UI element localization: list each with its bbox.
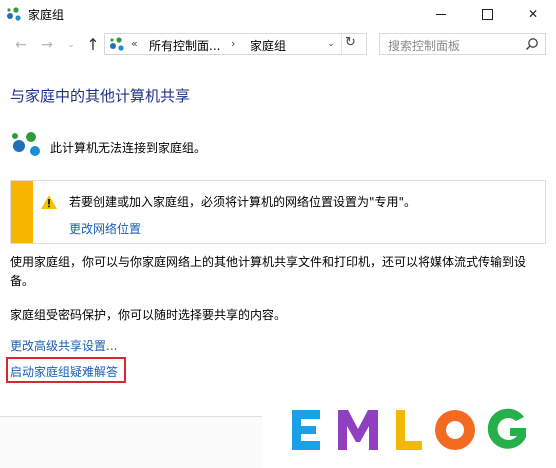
title-bar: 家庭组 ✕ xyxy=(0,0,556,28)
address-bar[interactable]: « 所有控制面... › 家庭组 ⌄ ↻ xyxy=(104,33,367,55)
search-box[interactable]: 搜索控制面板 xyxy=(379,33,546,55)
page-title: 与家庭中的其他计算机共享 xyxy=(10,87,191,105)
emlog-logo-graphic xyxy=(292,408,526,450)
minimize-button[interactable] xyxy=(418,0,464,28)
back-button[interactable]: ← xyxy=(12,36,30,54)
forward-button[interactable]: → xyxy=(38,36,56,54)
status-message: 此计算机无法连接到家庭组。 xyxy=(50,141,207,155)
recent-locations-button[interactable]: ⌄ xyxy=(62,36,80,54)
window-title: 家庭组 xyxy=(28,8,65,22)
close-icon: ✕ xyxy=(527,7,539,21)
homegroup-app-icon xyxy=(7,7,21,21)
address-dropdown-button[interactable]: ⌄ xyxy=(321,34,342,54)
close-button[interactable]: ✕ xyxy=(510,0,556,28)
homegroup-status-icon xyxy=(12,132,40,156)
refresh-button[interactable]: ↻ xyxy=(345,35,356,50)
logo-letter-g xyxy=(487,408,526,449)
breadcrumb-homegroup[interactable]: 家庭组 xyxy=(250,37,286,54)
logo-letter-e xyxy=(292,410,320,450)
warning-panel: 若要创建或加入家庭组，必须将计算机的网络位置设置为"专用"。 更改网络位置 xyxy=(10,180,546,244)
breadcrumb-all-control-panel[interactable]: 所有控制面... xyxy=(149,37,220,54)
logo-letter-l xyxy=(396,410,422,450)
maximize-button[interactable] xyxy=(464,0,510,28)
password-note: 家庭组受密码保护，你可以随时选择要共享的内容。 xyxy=(10,308,287,322)
description-text: 使用家庭组，你可以与你家庭网络上的其他计算机共享文件和打印机，还可以将媒体流式传… xyxy=(10,255,527,288)
bottom-area xyxy=(0,417,262,468)
change-network-location-link[interactable]: 更改网络位置 xyxy=(69,220,141,237)
search-placeholder[interactable]: 搜索控制面板 xyxy=(388,37,460,54)
change-advanced-sharing-link[interactable]: 更改高级共享设置... xyxy=(10,337,117,354)
search-icon[interactable] xyxy=(525,37,539,51)
logo-letter-m xyxy=(338,410,378,450)
maximize-icon xyxy=(481,8,493,20)
breadcrumb-separator-icon[interactable]: › xyxy=(231,37,235,50)
warning-stripe xyxy=(11,181,33,243)
breadcrumb-overflow-icon[interactable]: « xyxy=(131,37,138,50)
homegroup-icon xyxy=(110,37,124,51)
logo-letter-o xyxy=(435,410,475,450)
homegroup-window: 家庭组 ✕ ← → ⌄ ↑ « 所有控制面... › 家庭组 ⌄ ↻ 搜索控制面… xyxy=(0,0,556,468)
minimize-icon xyxy=(436,13,446,15)
warning-icon xyxy=(41,195,57,209)
warning-text: 若要创建或加入家庭组，必须将计算机的网络位置设置为"专用"。 xyxy=(69,195,417,209)
up-button[interactable]: ↑ xyxy=(84,36,102,54)
troubleshoot-link[interactable]: 启动家庭组疑难解答 xyxy=(10,363,118,380)
emlog-watermark-logo xyxy=(262,397,556,468)
